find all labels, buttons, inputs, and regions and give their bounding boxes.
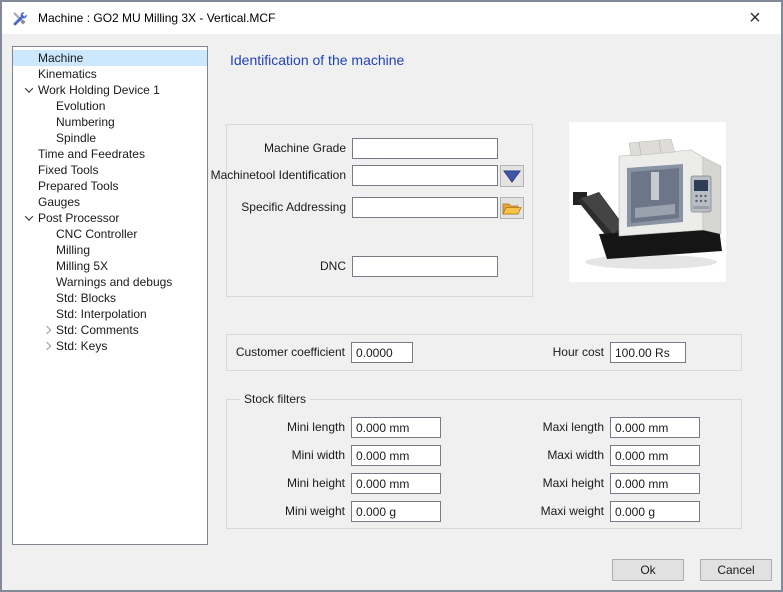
machine-dialog-window: Machine : GO2 MU Milling 3X - Vertical.M…: [0, 0, 783, 592]
tree-item-spindle[interactable]: Spindle: [13, 130, 207, 146]
costs-group: Customer coefficient Hour cost: [226, 334, 742, 371]
settings-tree: Machine Kinematics Work Holding Device 1…: [12, 46, 208, 545]
tree-item-warnings-and-debugs[interactable]: Warnings and debugs: [13, 274, 207, 290]
browse-folder-button[interactable]: [500, 197, 524, 219]
maxi-width-label: Maxi width: [547, 448, 604, 462]
titlebar: Machine : GO2 MU Milling 3X - Vertical.M…: [2, 2, 781, 34]
customer-coefficient-label: Customer coefficient: [236, 345, 345, 359]
hour-cost-label: Hour cost: [553, 345, 604, 359]
maxi-length-input[interactable]: [610, 417, 700, 438]
maxi-length-label: Maxi length: [543, 420, 604, 434]
mini-height-label: Mini height: [287, 476, 345, 490]
machinetool-dropdown-button[interactable]: [500, 165, 524, 187]
mini-length-label: Mini length: [287, 420, 345, 434]
chevron-right-icon[interactable]: [43, 342, 51, 350]
specific-addressing-input[interactable]: [352, 197, 498, 218]
machine-photo: [569, 122, 726, 282]
tree-item-std-blocks[interactable]: Std: Blocks: [13, 290, 207, 306]
mini-height-input[interactable]: [351, 473, 441, 494]
tree-item-std-keys[interactable]: Std: Keys: [13, 338, 207, 354]
maxi-height-input[interactable]: [610, 473, 700, 494]
maxi-weight-label: Maxi weight: [541, 504, 604, 518]
tree-item-kinematics[interactable]: Kinematics: [13, 66, 207, 82]
chevron-right-icon[interactable]: [43, 326, 51, 334]
mini-weight-label: Mini weight: [285, 504, 345, 518]
tree-item-cnc-controller[interactable]: CNC Controller: [13, 226, 207, 242]
page-title: Identification of the machine: [230, 52, 404, 68]
mini-length-input[interactable]: [351, 417, 441, 438]
tree-item-machine[interactable]: Machine: [13, 50, 207, 66]
close-icon[interactable]: ×: [739, 5, 771, 31]
machinetool-identification-input[interactable]: [352, 165, 498, 186]
tree-item-fixed-tools[interactable]: Fixed Tools: [13, 162, 207, 178]
stock-filters-group: Stock filters Mini length Maxi length Mi…: [226, 399, 742, 529]
chevron-down-icon[interactable]: [25, 84, 33, 92]
tree-item-evolution[interactable]: Evolution: [13, 98, 207, 114]
ok-button[interactable]: Ok: [612, 559, 684, 581]
dnc-input[interactable]: [352, 256, 498, 277]
tree-item-gauges[interactable]: Gauges: [13, 194, 207, 210]
window-title: Machine : GO2 MU Milling 3X - Vertical.M…: [38, 2, 275, 34]
open-folder-icon: [502, 201, 522, 216]
machine-grade-input[interactable]: [352, 138, 498, 159]
tree-item-std-interpolation[interactable]: Std: Interpolation: [13, 306, 207, 322]
maxi-width-input[interactable]: [610, 445, 700, 466]
machine-grade-label: Machine Grade: [264, 141, 346, 155]
machinetool-identification-label: Machinetool Identification: [211, 168, 346, 182]
hour-cost-input[interactable]: [610, 342, 686, 363]
specific-addressing-label: Specific Addressing: [241, 200, 346, 214]
maxi-weight-input[interactable]: [610, 501, 700, 522]
tree-item-prepared-tools[interactable]: Prepared Tools: [13, 178, 207, 194]
chevron-down-icon[interactable]: [25, 212, 33, 220]
maxi-height-label: Maxi height: [543, 476, 604, 490]
mini-width-input[interactable]: [351, 445, 441, 466]
tree-item-numbering[interactable]: Numbering: [13, 114, 207, 130]
dnc-label: DNC: [320, 259, 346, 273]
tree-item-milling[interactable]: Milling: [13, 242, 207, 258]
stock-filters-legend: Stock filters: [240, 392, 310, 406]
customer-coefficient-input[interactable]: [351, 342, 413, 363]
identification-group: Machine Grade Machinetool Identification…: [226, 124, 533, 297]
tree-item-milling-5x[interactable]: Milling 5X: [13, 258, 207, 274]
tree-item-std-comments[interactable]: Std: Comments: [13, 322, 207, 338]
tree-item-work-holding-device-1[interactable]: Work Holding Device 1: [13, 82, 207, 98]
mini-weight-input[interactable]: [351, 501, 441, 522]
mini-width-label: Mini width: [292, 448, 345, 462]
tree-item-time-and-feedrates[interactable]: Time and Feedrates: [13, 146, 207, 162]
tree-item-post-processor[interactable]: Post Processor: [13, 210, 207, 226]
cancel-button[interactable]: Cancel: [700, 559, 772, 581]
tools-icon: [11, 10, 27, 26]
dropdown-triangle-icon: [503, 170, 521, 183]
